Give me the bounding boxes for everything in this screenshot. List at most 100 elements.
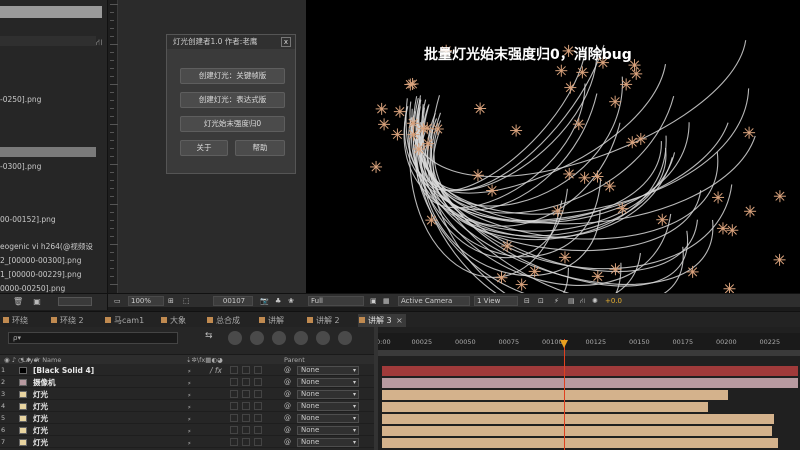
layer-row[interactable]: 4 灯光 ⸗ @ None: [0, 401, 378, 412]
exposure-icon[interactable]: ✺: [592, 296, 598, 306]
exposure-value[interactable]: +0.0: [605, 296, 622, 306]
layer-duration-bar[interactable]: [382, 366, 798, 376]
tab-comp[interactable]: 讲解 2: [306, 314, 340, 327]
flowchart-icon[interactable]: ⛙: [580, 296, 585, 306]
project-file-selected[interactable]: [0, 147, 96, 157]
current-time-indicator-head[interactable]: [560, 340, 569, 348]
switch-box[interactable]: [242, 402, 250, 410]
help-button[interactable]: 帮助: [235, 140, 285, 156]
tab-comp[interactable]: 总合成: [206, 314, 240, 327]
frame-blending-icon[interactable]: [272, 331, 286, 345]
layer-name[interactable]: 灯光: [33, 389, 48, 400]
trash-icon[interactable]: 🗑: [13, 297, 23, 307]
parent-select[interactable]: None: [297, 378, 359, 387]
layer-name[interactable]: 摄像机: [33, 377, 56, 388]
pick-whip-icon[interactable]: @: [284, 377, 291, 388]
pick-whip-icon[interactable]: @: [284, 437, 291, 448]
switch-box[interactable]: [254, 426, 262, 434]
switch-box[interactable]: [254, 390, 262, 398]
create-light-expression-button[interactable]: 创建灯光：表达式版: [180, 92, 285, 108]
switch-box[interactable]: [230, 402, 238, 410]
parent-select[interactable]: None: [297, 390, 359, 399]
pick-whip-icon[interactable]: @: [284, 365, 291, 376]
switch-box[interactable]: [242, 366, 250, 374]
layer-row[interactable]: 3 灯光 ⸗ @ None: [0, 389, 378, 400]
switch-box[interactable]: [230, 438, 238, 446]
channel-icon[interactable]: ❀: [288, 296, 294, 306]
layer-row[interactable]: 7 灯光 ⸗ @ None: [0, 437, 378, 448]
toggle-pixel-icon[interactable]: ⊟: [524, 296, 530, 306]
timecode-field[interactable]: 00107: [213, 296, 253, 306]
project-search-bar[interactable]: [0, 6, 102, 18]
shy-switch-icon[interactable]: ⸗: [188, 377, 191, 388]
timeline-graph[interactable]: 0:00 00025 00050 00075 00100 00125 00150 00175 0…: [378, 327, 800, 450]
hide-shy-icon[interactable]: [250, 331, 264, 345]
switch-box[interactable]: [254, 378, 262, 386]
layer-name[interactable]: 灯光: [33, 425, 48, 436]
timeline-icon[interactable]: ▤: [568, 296, 575, 306]
layer-name[interactable]: 灯光: [33, 413, 48, 424]
light-intensity-zero-button[interactable]: 灯光始末强度归0: [180, 116, 285, 132]
region-icon[interactable]: ⬚: [183, 296, 190, 306]
layer-row[interactable]: 6 灯光 ⸗ @ None: [0, 425, 378, 436]
layer-name-header[interactable]: Layer Name: [22, 355, 61, 365]
pick-whip-icon[interactable]: @: [284, 425, 291, 436]
shy-switch-icon[interactable]: ⸗: [188, 401, 191, 412]
composition-viewer[interactable]: 批量灯光始末强度归0，消除bug: [306, 0, 800, 293]
shy-switch-icon[interactable]: ⸗: [188, 425, 191, 436]
switch-box[interactable]: [254, 414, 262, 422]
fast-preview-icon[interactable]: ⚡: [554, 296, 559, 306]
tab-comp[interactable]: 环绕 2: [50, 314, 84, 327]
brainstorm-icon[interactable]: [338, 331, 352, 345]
project-file-item[interactable]: 0000-00250].png: [0, 284, 65, 293]
tab-comp[interactable]: 讲解: [258, 314, 284, 327]
layer-row[interactable]: 1 [Black Solid 4] ⸗ / fx @ None: [0, 365, 378, 376]
parent-select[interactable]: None: [297, 426, 359, 435]
switch-box[interactable]: [242, 378, 250, 386]
view-layout-select[interactable]: 1 View: [474, 296, 518, 306]
zoom-select[interactable]: 100%: [128, 296, 164, 306]
parent-select[interactable]: None: [297, 438, 359, 447]
switch-box[interactable]: [230, 366, 238, 374]
switch-box[interactable]: [230, 390, 238, 398]
fx-switch-icon[interactable]: / fx: [210, 365, 222, 376]
tab-comp[interactable]: 讲解 3 ×: [358, 314, 406, 327]
camera-select[interactable]: Active Camera: [398, 296, 470, 306]
layer-name[interactable]: 灯光: [33, 437, 48, 448]
layer-search-input[interactable]: ρ▾: [8, 332, 178, 344]
bpc-icon[interactable]: ▣: [32, 297, 42, 307]
parent-select[interactable]: None: [297, 402, 359, 411]
switch-box[interactable]: [254, 366, 262, 374]
create-light-keyframe-button[interactable]: 创建灯光：关键帧版: [180, 68, 285, 84]
motion-blur-icon[interactable]: [294, 331, 308, 345]
shy-switch-icon[interactable]: ⸗: [188, 365, 191, 376]
layer-duration-bar[interactable]: [382, 438, 778, 448]
switch-box[interactable]: [254, 402, 262, 410]
tab-comp[interactable]: 大象: [160, 314, 186, 327]
layer-row[interactable]: 5 灯光 ⸗ @ None: [0, 413, 378, 424]
shy-switch-icon[interactable]: ⸗: [188, 437, 191, 448]
graph-editor-icon[interactable]: [316, 331, 330, 345]
resolution-select[interactable]: Full: [308, 296, 364, 306]
show-snapshot-icon[interactable]: ♣: [275, 296, 281, 306]
layer-name[interactable]: [Black Solid 4]: [33, 365, 94, 376]
layer-name[interactable]: 灯光: [33, 401, 48, 412]
flowchart-icon[interactable]: ⛙: [96, 38, 102, 49]
always-preview-icon[interactable]: ▭: [114, 296, 121, 306]
snapshot-icon[interactable]: 📷: [260, 296, 269, 306]
comp-mini-flowchart-icon[interactable]: ⇆: [205, 331, 219, 345]
pick-whip-icon[interactable]: @: [284, 389, 291, 400]
shy-switch-icon[interactable]: ⸗: [188, 413, 191, 424]
project-file-item[interactable]: -0250].png: [0, 95, 41, 104]
layer-duration-bar[interactable]: [382, 426, 772, 436]
bit-depth-field[interactable]: [58, 297, 92, 306]
roi-icon[interactable]: ▣: [370, 296, 377, 306]
pick-whip-icon[interactable]: @: [284, 401, 291, 412]
work-area-bar[interactable]: [378, 350, 800, 356]
switch-box[interactable]: [242, 414, 250, 422]
tab-comp[interactable]: 马cam1: [104, 314, 144, 327]
shy-switch-icon[interactable]: ⸗: [188, 389, 191, 400]
project-file-item[interactable]: -0300].png: [0, 162, 41, 171]
layer-row[interactable]: 2 摄像机 ⸗ @ None: [0, 377, 378, 388]
layer-duration-bar[interactable]: [382, 378, 798, 388]
